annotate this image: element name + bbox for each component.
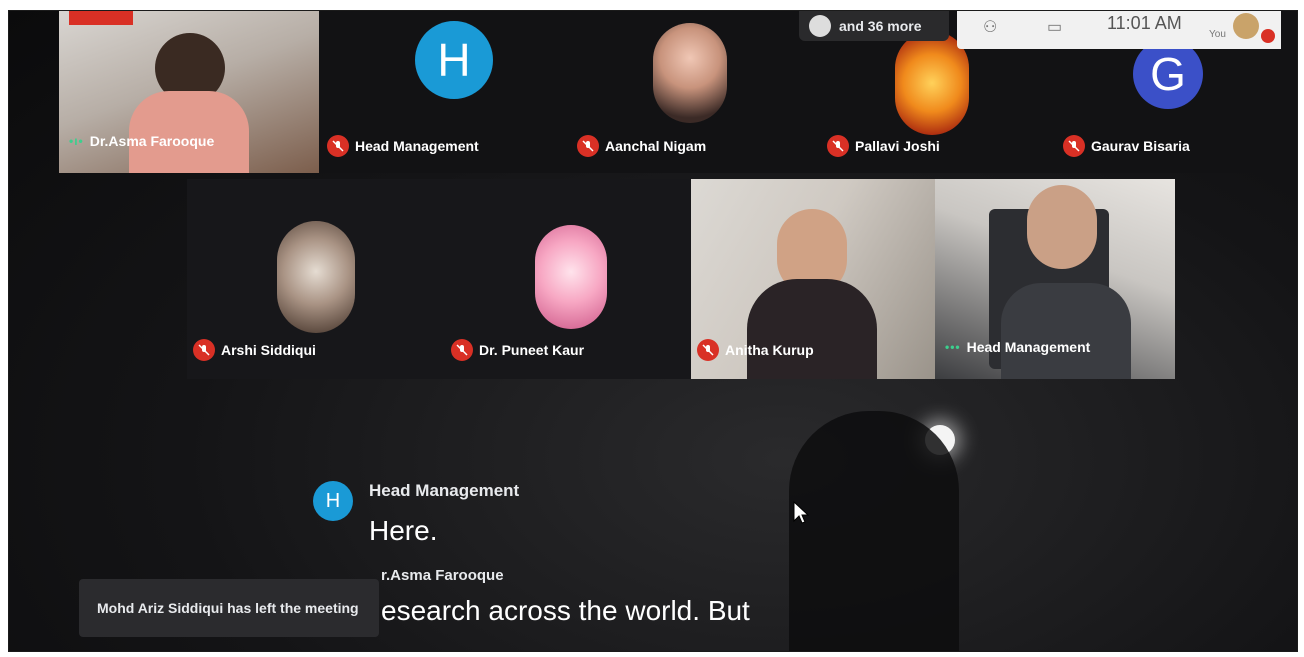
recording-badge bbox=[69, 11, 133, 25]
participant-name: Dr.Asma Farooque bbox=[89, 133, 215, 149]
speaking-indicator-icon: •ı• bbox=[69, 134, 84, 148]
participant-name: Anitha Kurup bbox=[725, 342, 814, 358]
participant-name-row: Anitha Kurup bbox=[697, 339, 814, 361]
participant-name-row: •ı• Dr.Asma Farooque bbox=[69, 133, 214, 149]
avatar-letter: G bbox=[1150, 48, 1186, 100]
caption-speaker: r.Asma Farooque bbox=[381, 567, 504, 584]
avatar bbox=[653, 23, 727, 123]
participant-tile-head-management-video[interactable]: ••• Head Management bbox=[935, 179, 1175, 379]
you-label: You bbox=[1209, 29, 1226, 40]
participant-name: Head Management bbox=[355, 138, 479, 154]
participant-tile-anitha[interactable]: Anitha Kurup bbox=[691, 179, 935, 379]
toast-text: Mohd Ariz Siddiqui has left the meeting bbox=[97, 600, 359, 616]
participant-video-body bbox=[747, 279, 877, 379]
participant-name: Head Management bbox=[966, 339, 1091, 355]
participant-name-row: Pallavi Joshi bbox=[827, 135, 940, 157]
clock-time: 11:01 AM bbox=[1107, 13, 1182, 33]
avatar: H bbox=[415, 21, 493, 99]
participant-name: Aanchal Nigam bbox=[605, 138, 707, 154]
mic-off-icon bbox=[827, 135, 849, 157]
participant-video-body bbox=[129, 91, 249, 173]
avatar bbox=[535, 225, 607, 329]
participant-video-body bbox=[1001, 283, 1131, 379]
avatar[interactable] bbox=[1233, 13, 1259, 39]
speaking-indicator-icon: ••• bbox=[945, 340, 961, 354]
mic-off-icon bbox=[1063, 135, 1085, 157]
avatar bbox=[809, 15, 831, 37]
mic-off-icon bbox=[577, 135, 599, 157]
participant-name: Pallavi Joshi bbox=[855, 138, 940, 154]
participant-name: Dr. Puneet Kaur bbox=[479, 342, 585, 358]
presenter-silhouette bbox=[789, 411, 959, 651]
meeting-toast: Mohd Ariz Siddiqui has left the meeting bbox=[79, 579, 379, 637]
caption-avatar: H bbox=[313, 481, 353, 521]
meeting-screen: •ı• Dr.Asma Farooque H Head Management A… bbox=[8, 10, 1298, 652]
participant-name-row: Dr. Puneet Kaur bbox=[451, 339, 584, 361]
participant-name-row: Gaurav Bisaria bbox=[1063, 135, 1190, 157]
mic-off-icon bbox=[697, 339, 719, 361]
participant-name-row: ••• Head Management bbox=[945, 339, 1090, 355]
caption-text: Here. bbox=[369, 515, 438, 546]
people-icon[interactable]: ⚇ bbox=[983, 17, 997, 37]
caption-speaker: Head Management bbox=[369, 481, 520, 500]
participant-tile-arshi[interactable]: Arshi Siddiqui bbox=[187, 179, 439, 379]
participant-tile-head-management[interactable]: H Head Management bbox=[319, 11, 569, 173]
participant-tile-asma[interactable]: •ı• Dr.Asma Farooque bbox=[59, 11, 319, 173]
participant-name-row: Arshi Siddiqui bbox=[193, 339, 316, 361]
top-bar: ⚇ ▭ 11:01 AM You bbox=[957, 11, 1281, 49]
participant-tile-puneet[interactable]: Dr. Puneet Kaur bbox=[439, 179, 691, 379]
more-participants-chip[interactable]: and 36 more bbox=[799, 11, 949, 41]
mic-off-icon bbox=[193, 339, 215, 361]
avatar bbox=[277, 221, 355, 333]
mic-off-icon bbox=[1261, 29, 1275, 43]
more-participants-label: and 36 more bbox=[839, 18, 922, 34]
participant-name: Arshi Siddiqui bbox=[221, 342, 316, 358]
participant-video bbox=[1027, 185, 1097, 269]
participant-tile-aanchal[interactable]: Aanchal Nigam bbox=[569, 11, 819, 173]
chat-icon[interactable]: ▭ bbox=[1047, 17, 1062, 37]
mouse-cursor-icon bbox=[793, 501, 809, 524]
participant-name-row: Head Management bbox=[327, 135, 479, 157]
participant-name-row: Aanchal Nigam bbox=[577, 135, 706, 157]
avatar-letter: H bbox=[325, 489, 341, 512]
caption-text: esearch across the world. But bbox=[381, 595, 750, 626]
participant-name: Gaurav Bisaria bbox=[1091, 138, 1190, 154]
avatar-letter: H bbox=[437, 34, 471, 86]
mic-off-icon bbox=[327, 135, 349, 157]
mic-off-icon bbox=[451, 339, 473, 361]
avatar: G bbox=[1133, 39, 1203, 109]
